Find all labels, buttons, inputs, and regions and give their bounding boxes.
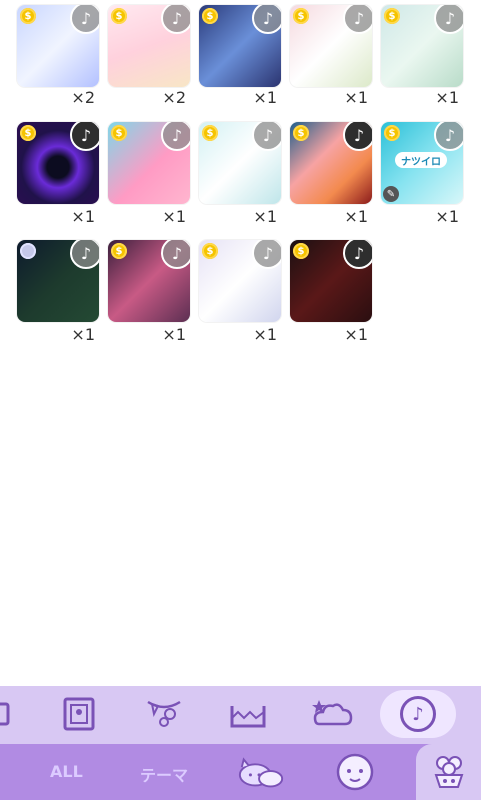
item-card[interactable]: $ ♪ ナツイロ ✎: [381, 122, 463, 204]
gold-coin-icon: $: [20, 125, 36, 141]
item-card[interactable]: $ ♪: [290, 5, 372, 87]
item-card[interactable]: ♪: [17, 240, 99, 322]
tab-pets-icon[interactable]: [236, 750, 286, 794]
item-card[interactable]: $ ♪: [199, 240, 281, 322]
item-quantity: ×1: [344, 325, 368, 344]
item-card[interactable]: $ ♪: [199, 5, 281, 87]
item-quantity: ×2: [71, 88, 95, 107]
item-quantity: ×1: [344, 207, 368, 226]
gold-coin-icon: $: [20, 8, 36, 24]
music-note-icon: ♪: [343, 240, 372, 269]
music-note-icon: ♪: [161, 122, 190, 151]
item-quantity: ×1: [253, 325, 277, 344]
floor-icon[interactable]: [226, 694, 270, 734]
gold-coin-icon: $: [202, 8, 218, 24]
tab-avatar-face-icon[interactable]: [330, 750, 380, 794]
item-quantity: ×1: [71, 207, 95, 226]
item-card[interactable]: $ ♪: [17, 122, 99, 204]
item-quantity: ×1: [435, 207, 459, 226]
item-card[interactable]: $ ♪: [17, 5, 99, 87]
gold-coin-icon: $: [111, 8, 127, 24]
tab-theme[interactable]: テーマ: [140, 762, 188, 786]
tab-room-icon[interactable]: [416, 744, 481, 800]
item-label-badge: ナツイロ: [395, 152, 447, 168]
gold-coin-icon: $: [293, 243, 309, 259]
music-note-icon: ♪: [400, 696, 436, 732]
music-note-icon: ♪: [252, 122, 281, 151]
music-note-icon: ♪: [343, 122, 372, 151]
music-note-icon: ♪: [252, 5, 281, 34]
item-card[interactable]: $ ♪: [290, 122, 372, 204]
gold-coin-icon: $: [293, 8, 309, 24]
item-quantity: ×1: [344, 88, 368, 107]
item-card[interactable]: $ ♪: [108, 122, 190, 204]
category-toolbar: ♪: [0, 686, 481, 744]
furniture-icon[interactable]: [0, 694, 18, 734]
gold-coin-icon: $: [111, 125, 127, 141]
music-note-icon: ♪: [434, 5, 463, 34]
music-note-icon: ♪: [161, 240, 190, 269]
gold-coin-icon: $: [384, 8, 400, 24]
item-quantity: ×1: [253, 207, 277, 226]
silver-coin-icon: [20, 243, 36, 259]
gold-coin-icon: $: [293, 125, 309, 141]
item-card[interactable]: $ ♪: [108, 5, 190, 87]
item-quantity: ×1: [162, 207, 186, 226]
item-card[interactable]: $ ♪: [290, 240, 372, 322]
item-quantity: ×1: [435, 88, 459, 107]
picture-frame-icon[interactable]: [57, 694, 101, 734]
garland-icon[interactable]: [142, 694, 186, 734]
bottom-tab-bar: ALL テーマ: [0, 744, 481, 800]
gold-coin-icon: $: [202, 125, 218, 141]
gold-coin-icon: $: [384, 125, 400, 141]
weather-icon[interactable]: [311, 694, 355, 734]
item-card[interactable]: $ ♪: [199, 122, 281, 204]
tab-all[interactable]: ALL: [50, 762, 83, 781]
music-note-icon: ♪: [70, 240, 99, 269]
item-quantity: ×1: [162, 325, 186, 344]
item-quantity: ×1: [71, 325, 95, 344]
music-note-icon: ♪: [343, 5, 372, 34]
item-quantity: ×1: [253, 88, 277, 107]
item-card[interactable]: $ ♪: [381, 5, 463, 87]
music-note-icon: ♪: [161, 5, 190, 34]
gold-coin-icon: $: [111, 243, 127, 259]
music-note-icon: ♪: [70, 5, 99, 34]
item-quantity: ×2: [162, 88, 186, 107]
music-note-icon: ♪: [70, 122, 99, 151]
gold-coin-icon: $: [202, 243, 218, 259]
item-grid: $ ♪ ×2 $ ♪ ×2 $ ♪ ×1 $ ♪ ×1 $ ♪ ×1 $ ♪ ×1 $ ♪ ×1 $ ♪ ×1 $ ♪ ×1 $ ♪ ナツ…: [0, 0, 481, 360]
music-note-icon: ♪: [252, 240, 281, 269]
edit-icon: ✎: [383, 186, 399, 202]
music-tab-button[interactable]: ♪: [380, 690, 456, 738]
item-card[interactable]: $ ♪: [108, 240, 190, 322]
music-note-icon: ♪: [434, 122, 463, 151]
